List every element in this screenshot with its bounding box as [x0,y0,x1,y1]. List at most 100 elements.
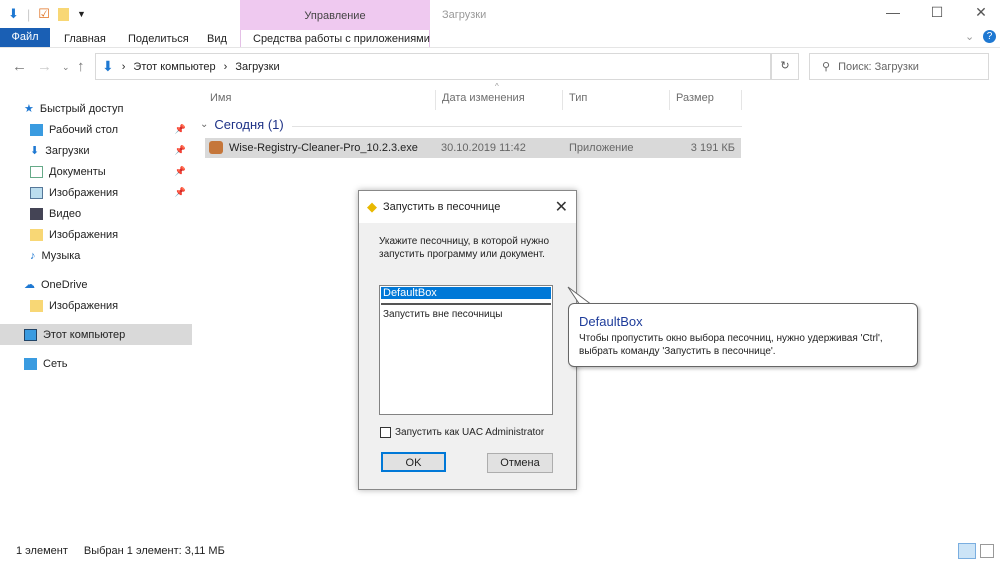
sidebar-item-documents[interactable]: Документы 📌 [0,161,192,182]
search-input[interactable]: ⚲ Поиск: Загрузки [809,53,989,80]
file-type: Приложение [569,142,634,154]
group-header[interactable]: ⌄ Сегодня (1) [200,117,284,132]
pin-icon[interactable]: 📌 [175,187,186,198]
sidebar-item-desktop[interactable]: Рабочий стол 📌 [0,119,192,140]
breadcrumb-item[interactable]: Этот компьютер [133,61,215,73]
column-date[interactable]: Дата изменения [436,90,563,110]
quick-access-toolbar: ⬇ | ☑ ▼ [8,6,86,22]
tab-app-tools[interactable]: Средства работы с приложениями [241,31,442,47]
download-icon: ⬇ [30,145,40,157]
list-item-outside[interactable]: Запустить вне песочницы [380,309,552,320]
tiles-view-button[interactable] [980,544,994,558]
close-button[interactable]: ✕ [958,4,1000,21]
computer-icon [24,328,37,341]
tab-view[interactable]: Вид [195,31,239,47]
star-icon: ★ [24,103,34,115]
pin-icon[interactable]: 📌 [175,124,186,135]
up-button[interactable]: ↑ [77,58,85,75]
back-button[interactable]: ← [12,58,27,75]
sidebar-item-music[interactable]: ♪ Музыка [0,245,192,266]
sidebar-item-label: Видео [49,207,82,220]
file-row[interactable]: Wise-Registry-Cleaner-Pro_10.2.3.exe 30.… [205,138,741,158]
dialog-close-button[interactable]: ✕ [555,197,568,217]
column-name[interactable]: Имя [204,90,436,110]
navigation-pane: ★ Быстрый доступ Рабочий стол 📌 ⬇ Загрузки 📌… [0,98,192,374]
refresh-button[interactable]: ↻ [771,53,799,80]
sidebar-item-folder[interactable]: Изображения [0,224,192,245]
sidebar-item-downloads[interactable]: ⬇ Загрузки 📌 [0,140,192,161]
chevron-down-icon: ⌄ [200,119,209,130]
sidebar-item-this-pc[interactable]: Этот компьютер [0,324,192,345]
sidebar-item-network[interactable]: Сеть [0,353,192,374]
dialog-titlebar: ◆ Запустить в песочнице [359,191,576,223]
pin-icon[interactable]: 📌 [175,145,186,156]
list-separator [381,303,551,305]
breadcrumb-item[interactable]: Загрузки [235,61,279,73]
sidebar-item-onedrive[interactable]: ☁ OneDrive [0,274,192,295]
tooltip-title: DefaultBox [579,314,643,329]
ok-button[interactable]: OK [381,452,446,472]
file-date: 30.10.2019 11:42 [441,142,526,154]
tooltip-text: Чтобы пропустить окно выбора песочниц, н… [579,333,883,357]
forward-button[interactable]: → [37,58,52,75]
sandboxie-icon: ◆ [367,199,377,214]
address-bar[interactable]: ⬇ › Этот компьютер › Загрузки [95,53,771,80]
help-icon[interactable]: ? [983,30,996,43]
selection-info: Выбран 1 элемент: 3,11 МБ [83,545,225,557]
network-icon [24,357,37,370]
sandbox-dialog: ◆ Запустить в песочнице ✕ Укажите песочн… [358,190,577,490]
download-icon[interactable]: ⬇ [8,6,19,22]
video-icon [30,207,43,220]
group-divider [292,126,742,127]
uac-checkbox-row[interactable]: Запустить как UAC Administrator [380,427,544,438]
dialog-title: Запустить в песочнице [383,201,501,213]
sidebar-item-label: Изображения [49,186,119,199]
item-count: 1 элемент [16,545,68,557]
context-tab-group: Управление [240,0,430,30]
folder-icon [30,299,43,312]
sidebar-item-label: Быстрый доступ [39,102,124,115]
uac-label: Запустить как UAC Administrator [395,427,545,438]
tab-share[interactable]: Поделиться [116,31,201,47]
sidebar-item-label: Музыка [41,249,81,262]
group-label: Сегодня (1) [214,117,284,132]
maximize-button[interactable]: ☐ [914,4,960,21]
window-title: Загрузки [442,9,487,21]
sidebar-item-pictures[interactable]: Изображения 📌 [0,182,192,203]
column-type[interactable]: Тип [563,90,670,110]
sidebar-item-video[interactable]: Видео [0,203,192,224]
sidebar-item-label: Загрузки [45,144,90,157]
file-name: Wise-Registry-Cleaner-Pro_10.2.3.exe [229,142,418,154]
properties-icon[interactable]: ☑ [38,6,50,22]
recent-chevron-icon[interactable]: ⌄ [62,62,70,73]
tab-file[interactable]: Файл [0,28,50,47]
tab-home[interactable]: Главная [52,31,118,47]
sidebar-item-label: Документы [49,165,106,178]
pin-icon[interactable]: 📌 [175,166,186,177]
sidebar-item-quick-access[interactable]: ★ Быстрый доступ [0,98,192,119]
minimize-button[interactable]: — [870,4,916,20]
download-icon: ⬇ [102,58,114,74]
status-bar: 1 элемент Выбран 1 элемент: 3,11 МБ [16,545,225,557]
sandbox-listbox[interactable]: DefaultBox Запустить вне песочницы [379,285,553,415]
details-view-button[interactable] [958,543,976,559]
sidebar-item-label: Изображения [49,228,119,241]
cancel-button[interactable]: Отмена [487,453,553,473]
column-size[interactable]: Размер [670,90,742,110]
cloud-icon: ☁ [24,279,35,291]
uac-checkbox[interactable] [380,427,391,438]
customize-chevron-icon[interactable]: ▼ [77,9,86,19]
sidebar-item-label: Изображения [49,299,119,312]
list-item-defaultbox[interactable]: DefaultBox [380,286,552,300]
search-icon: ⚲ [822,61,831,73]
sidebar-item-label: Рабочий стол [49,123,119,136]
sidebar-item-label: OneDrive [41,278,88,291]
dialog-prompt: Укажите песочницу, в которой нужно запус… [379,236,550,260]
expand-ribbon-icon[interactable]: ⌄ [965,30,974,43]
sidebar-item-label: Этот компьютер [43,328,126,341]
folder-icon [30,228,43,241]
search-placeholder: Поиск: Загрузки [838,60,919,73]
sidebar-item-folder[interactable]: Изображения [0,295,192,316]
new-folder-icon[interactable] [57,7,69,21]
tooltip: DefaultBox Чтобы пропустить окно выбора … [568,303,918,367]
